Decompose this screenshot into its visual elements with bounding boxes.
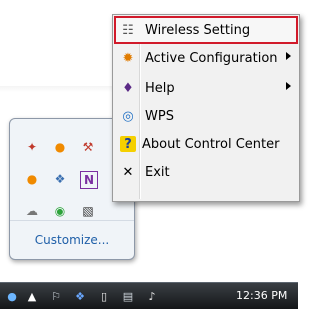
device-icon[interactable]: ▧ (80, 203, 96, 219)
network-icon[interactable]: ▤ (120, 288, 136, 304)
context-menu: ☷ Wireless Setting ✹ Active Configuratio… (112, 14, 300, 202)
question-icon: ? (120, 136, 136, 152)
submenu-arrow-icon (286, 52, 291, 60)
action-center-icon[interactable]: ⚐ (48, 288, 64, 304)
close-icon: ✕ (122, 164, 134, 180)
customize-label[interactable]: Customize... (35, 233, 109, 247)
usb-device-icon[interactable]: ▯ (96, 288, 112, 304)
taskbar-clock[interactable]: 12:36 PM (236, 283, 287, 309)
adobe-icon[interactable]: ✦ (24, 139, 40, 155)
network-user-icon[interactable]: ● (4, 288, 20, 304)
menu-item-exit[interactable]: ✕ Exit (115, 159, 297, 185)
menu-item-label: About Control Center (142, 136, 280, 152)
customize-link[interactable]: Customize... (10, 220, 134, 259)
cloud-icon[interactable]: ☁ (24, 203, 40, 219)
bluetooth-icon[interactable]: ❖ (72, 288, 88, 304)
menu-item-label: Wireless Setting (145, 22, 251, 38)
submenu-arrow-icon (286, 82, 291, 90)
orange-circle-icon[interactable]: ● (52, 139, 68, 155)
taskbar: ● ▲ ⚐ ❖ ▯ ▤ ♪ 12:36 PM (0, 282, 298, 309)
volume-icon[interactable]: ♪ (144, 288, 160, 304)
green-app-icon[interactable]: ◉ (52, 203, 68, 219)
menu-item-about[interactable]: ? About Control Center (115, 131, 297, 157)
onenote-icon[interactable]: N (80, 171, 98, 189)
menu-item-active-configuration[interactable]: ✹ Active Configuration (115, 45, 297, 71)
active-config-icon: ✹ (122, 50, 134, 66)
tool-icon[interactable]: ⚒ (80, 139, 96, 155)
menu-item-label: WPS (145, 108, 174, 124)
menu-item-wps[interactable]: ◎ WPS (115, 103, 297, 129)
app-icon[interactable]: ❖ (52, 171, 68, 187)
menu-item-label: Active Configuration (145, 50, 278, 66)
menu-item-label: Exit (145, 164, 170, 180)
help-book-icon: ♦ (122, 80, 134, 96)
menu-item-label: Help (145, 80, 175, 96)
menu-item-wireless-setting[interactable]: ☷ Wireless Setting (114, 16, 298, 44)
menu-item-help[interactable]: ♦ Help (115, 75, 297, 101)
wireless-setting-icon: ☷ (122, 22, 134, 38)
wps-icon: ◎ (122, 108, 134, 124)
show-hidden-arrow-icon[interactable]: ▲ (24, 288, 40, 304)
orange-dot-icon[interactable]: ● (24, 171, 40, 187)
system-tray: ● ▲ ⚐ ❖ ▯ ▤ ♪ (0, 283, 160, 309)
